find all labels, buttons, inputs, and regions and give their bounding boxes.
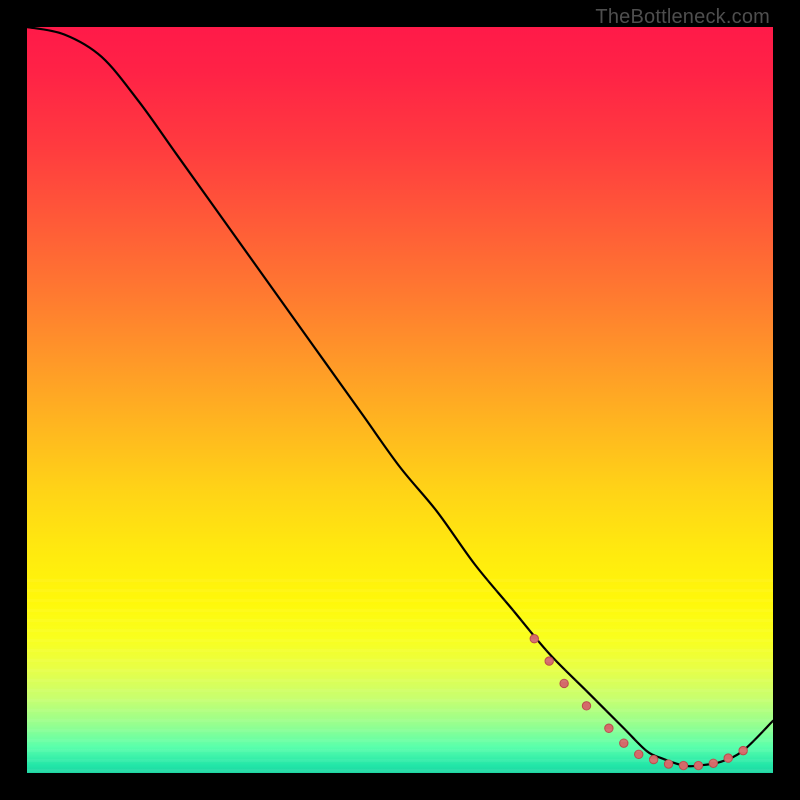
- marker-dot: [649, 755, 657, 763]
- marker-group: [530, 635, 747, 770]
- chart-frame: TheBottleneck.com: [0, 0, 800, 800]
- marker-dot: [635, 750, 643, 758]
- marker-dot: [679, 761, 687, 769]
- marker-dot: [724, 754, 732, 762]
- marker-dot: [605, 724, 613, 732]
- marker-dot: [709, 759, 717, 767]
- marker-dot: [582, 702, 590, 710]
- marker-dot: [530, 635, 538, 643]
- bottleneck-curve: [27, 27, 773, 766]
- marker-dot: [694, 761, 702, 769]
- marker-dot: [664, 760, 672, 768]
- marker-dot: [560, 679, 568, 687]
- curve-svg: [27, 27, 773, 773]
- watermark-text: TheBottleneck.com: [595, 6, 770, 29]
- plot-area: [27, 27, 773, 773]
- marker-dot: [545, 657, 553, 665]
- marker-dot: [739, 746, 747, 754]
- marker-dot: [620, 739, 628, 747]
